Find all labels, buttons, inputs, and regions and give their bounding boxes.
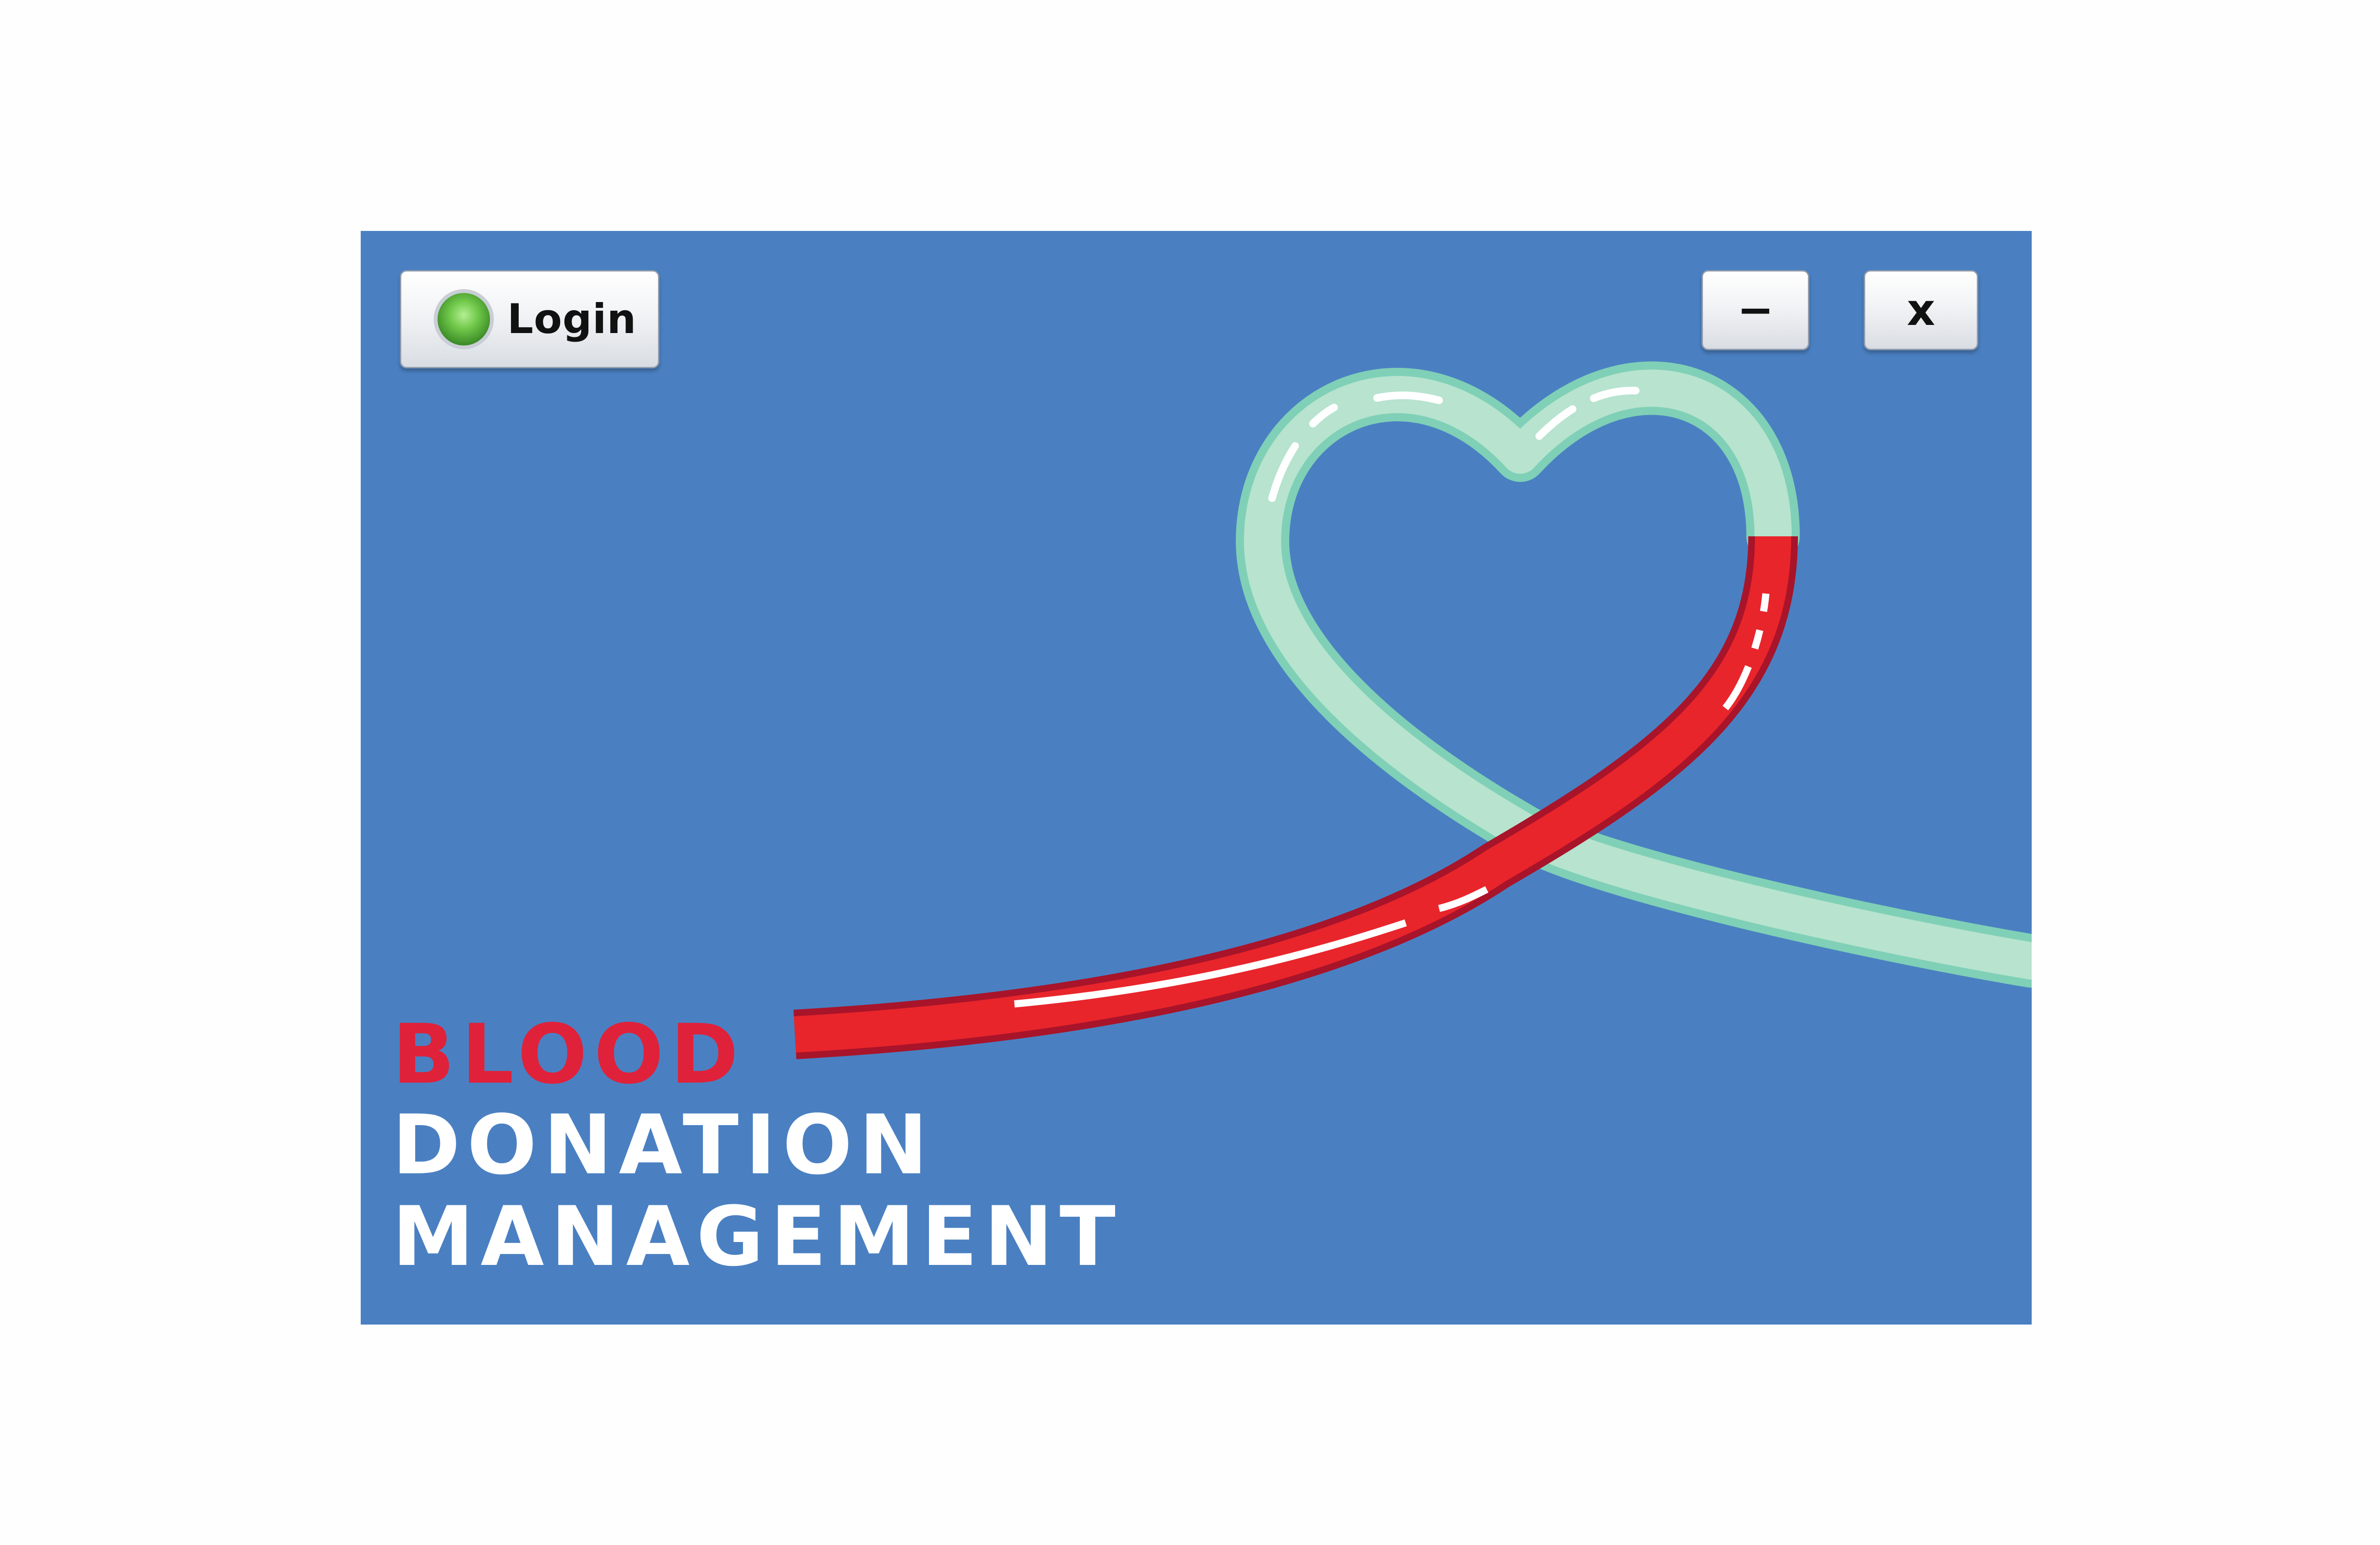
minimize-icon: − [1737, 284, 1774, 335]
login-button[interactable]: Login [400, 270, 659, 368]
close-icon: x [1907, 284, 1935, 335]
app-window: Login − x BLOOD DONATION MANAGEMENT [361, 231, 2032, 1325]
title-management: MANAGEMENT [392, 1189, 1122, 1284]
minimize-button[interactable]: − [1701, 270, 1809, 350]
title-donation: DONATION [392, 1097, 935, 1193]
mint-tube [1236, 361, 2032, 988]
title-blood: BLOOD [392, 1006, 745, 1102]
login-label: Login [507, 295, 637, 343]
close-button[interactable]: x [1864, 270, 1978, 350]
green-status-orb-icon [438, 293, 490, 345]
